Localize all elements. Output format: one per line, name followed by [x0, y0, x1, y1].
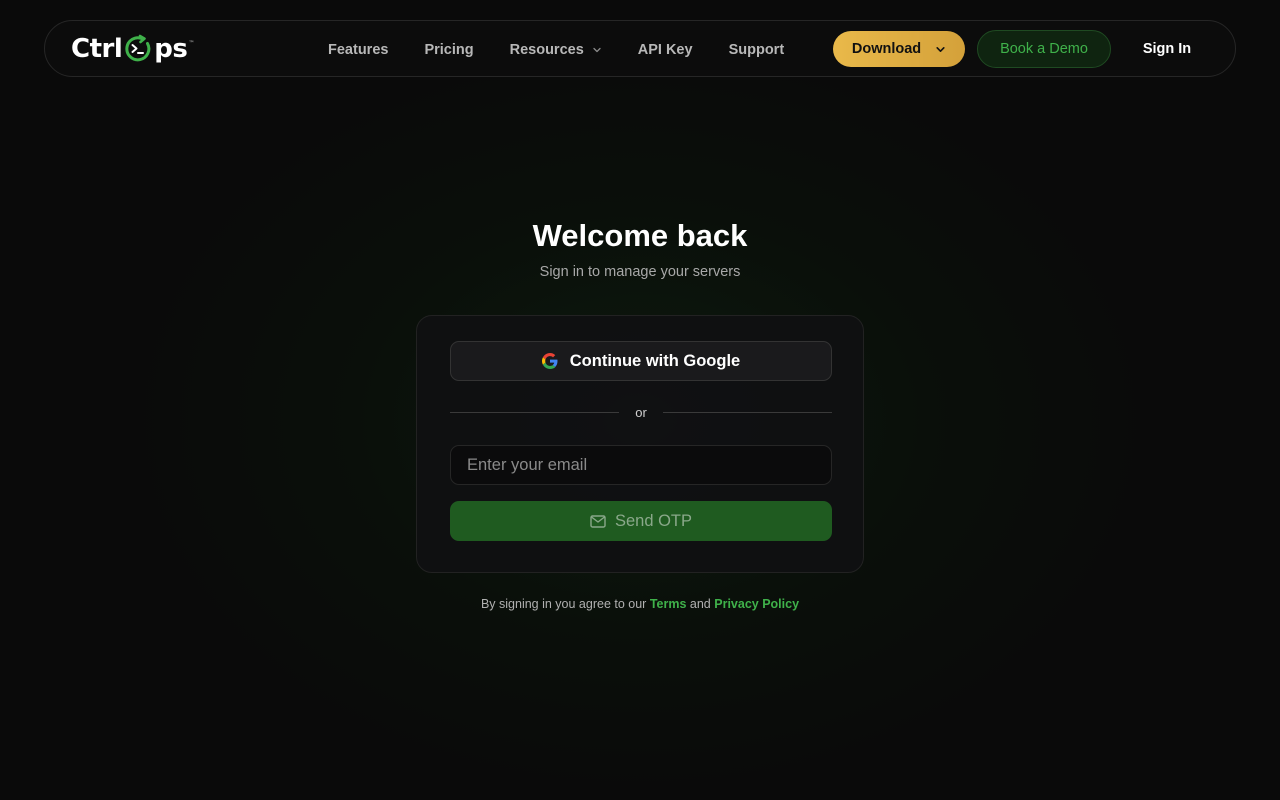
or-divider: or [450, 402, 832, 422]
legal-conjunction: and [689, 597, 711, 611]
chevron-down-icon [936, 46, 945, 52]
mail-icon [590, 514, 606, 528]
nav-link-label: Support [728, 41, 785, 58]
email-field[interactable] [450, 445, 832, 485]
nav-link-label: Features [328, 41, 389, 58]
nav-link-features[interactable]: Features [310, 42, 406, 58]
terms-link[interactable]: Terms [650, 597, 687, 611]
privacy-policy-link[interactable]: Privacy Policy [714, 597, 799, 611]
chevron-down-icon [593, 47, 601, 52]
nav-link-resources[interactable]: Resources [492, 42, 620, 58]
sign-in-button[interactable]: Sign In [1125, 31, 1209, 67]
page-subtitle: Sign in to manage your servers [539, 264, 741, 280]
divider-line [662, 411, 832, 413]
logo-text-prefix: Ctrl [71, 34, 123, 64]
divider-line [450, 411, 620, 413]
send-otp-button[interactable]: Send OTP [450, 501, 832, 541]
send-otp-label: Send OTP [614, 511, 693, 530]
ctrlops-logo[interactable]: Ctrl ps ™ [71, 31, 194, 67]
legal-prefix: By signing in you agree to our [480, 597, 647, 611]
book-demo-label: Book a Demo [1000, 41, 1088, 57]
logo-text-suffix: ps [154, 34, 188, 64]
download-button-label: Download [851, 41, 922, 57]
sign-in-card: Continue with Google or Send OTP [416, 315, 864, 573]
nav-link-support[interactable]: Support [711, 42, 803, 58]
google-button-label: Continue with Google [569, 351, 741, 370]
nav-link-label: Pricing [424, 41, 474, 58]
google-icon [541, 353, 558, 369]
sign-in-label: Sign In [1142, 41, 1192, 57]
book-demo-button[interactable]: Book a Demo [977, 30, 1111, 68]
continue-with-google-button[interactable]: Continue with Google [450, 341, 832, 381]
nav-link-label: API Key [637, 41, 693, 58]
nav-link-pricing[interactable]: Pricing [406, 42, 491, 58]
logo-terminal-icon [123, 34, 153, 64]
navbar: Ctrl ps ™ Features Pricing Resources API… [44, 20, 1236, 77]
nav-link-label: Resources [509, 41, 584, 58]
trademark-mark: ™ [188, 39, 194, 47]
page-title: Welcome back [532, 218, 748, 253]
nav-links: Features Pricing Resources API Key Suppo… [310, 21, 802, 78]
nav-link-api-key[interactable]: API Key [620, 42, 711, 58]
legal-notice: By signing in you agree to our Terms and… [0, 597, 1280, 611]
download-button[interactable]: Download [833, 31, 965, 67]
divider-text: or [635, 404, 647, 420]
